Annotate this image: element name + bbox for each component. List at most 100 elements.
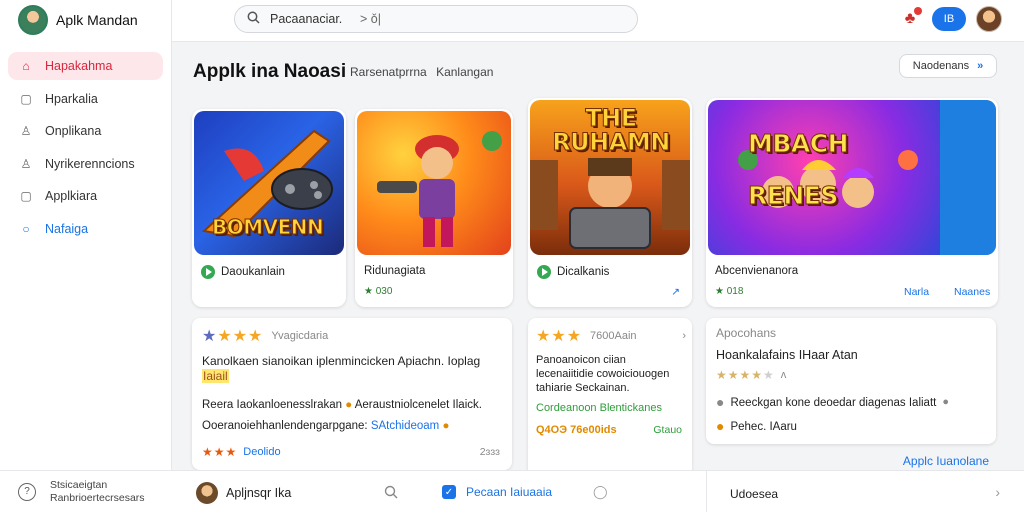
review-line: Ooeranoiehhanlendengarpgane: SAtchideoam… (202, 420, 450, 432)
user-avatar[interactable] (976, 6, 1002, 32)
app-artwork: THE RUHAMN (530, 100, 690, 255)
main-content: Applk ina Naoasi Rarsenatprrna Kanlangan… (172, 42, 1024, 484)
help-section[interactable]: ? Stsicaeigtan Ranbrioertecrsesars (18, 479, 145, 505)
app-name: Dicalkanis (537, 265, 609, 279)
open-link-icon[interactable]: ↗ (671, 286, 680, 298)
chevron-right-icon[interactable]: › (995, 484, 1000, 500)
view-all-button[interactable]: Naodenans » (899, 54, 997, 78)
review-line: ● Reeckgan kone deoedar diagenas Ialiatt… (716, 394, 949, 410)
page-subtitle: Rarsenatprrna Kanlangan (350, 65, 493, 79)
bottom-bar: ? Stsicaeigtan Ranbrioertecrsesars Apljn… (0, 470, 1024, 512)
play-icon (201, 265, 215, 279)
app-artwork (357, 111, 511, 255)
view-all-label: Naodenans (912, 60, 970, 72)
sidebar-item-label: Hapakahma (45, 59, 113, 73)
app-name: Abcenvienanora (715, 265, 798, 277)
library-icon: ▢ (20, 189, 32, 203)
reviewer-name: 7600Aain (590, 330, 637, 342)
notification-icon[interactable]: ♣ (898, 7, 922, 31)
sidebar-item-library[interactable]: ▢ Applkiara (8, 182, 163, 210)
more-apps-link[interactable]: Applc Iuanolane (903, 454, 989, 468)
app-card[interactable]: Ridunagiata ★ 030 (355, 109, 513, 307)
review-footer-text: Q4OЭ 76e00ids (536, 424, 617, 436)
app-link[interactable]: Narla (904, 286, 929, 298)
rating-stars: ★★★ (202, 445, 238, 459)
bottom-filter-label: Pecaan Iaiuaaia (466, 485, 553, 499)
app-art-title: BOMVENN (211, 215, 324, 240)
sidebar-item-home[interactable]: ⌂ Hapakahma (8, 52, 163, 80)
app-artwork: MBACH RENES (708, 100, 996, 255)
profile-toggle[interactable]: ІΒ (932, 7, 966, 31)
review-card[interactable]: Apocohans Hoankalafains IHaar Atan ★★★★★… (706, 318, 996, 444)
sidebar-item-label: Nafaiga (45, 221, 89, 236)
sidebar-item-label: Applkiara (45, 189, 98, 203)
brand[interactable]: Aplk Mandan (18, 5, 138, 35)
help-icon: ? (18, 483, 36, 502)
app-art-title: THE RUHAMN (552, 104, 671, 156)
app-name-label: Dicalkanis (557, 266, 610, 278)
sidebar-item-apps[interactable]: ▢ Hparkalia (8, 85, 163, 113)
topbar: > ǒ| ♣ ІΒ (172, 0, 1024, 42)
app-name-label: Daoukanlain (221, 266, 285, 278)
apps-icon: ▢ (20, 91, 32, 106)
search-input[interactable] (270, 12, 350, 26)
app-link[interactable]: Naanes (954, 286, 990, 298)
review-title: Apocohans (716, 326, 777, 340)
review-headline: Kanolkaen sianoikan iplenmincicken Apiac… (202, 354, 481, 383)
sidebar-item-chat[interactable]: ○ Nafaiga (8, 215, 163, 243)
notification-dot (914, 7, 922, 15)
sidebar: Aplk Mandan ⌂ Hapakahma ▢ Hparkalia ♙ On… (0, 0, 172, 470)
sidebar-item-account[interactable]: ♙ Nyrikerenncions (8, 150, 163, 178)
user-circle-icon: ● (716, 394, 725, 410)
app-card[interactable]: MBACH RENES Abcenvienanora ★ 018 Narla N… (706, 98, 998, 307)
search-icon[interactable] (384, 485, 398, 502)
help-line: Stsicaeigtan (50, 479, 108, 491)
reviewer-name: Yvagicdaria (271, 330, 329, 342)
app-card[interactable]: THE RUHAMN Dicalkanis ↗ (528, 98, 692, 307)
review-card[interactable]: ★★★★ Yvagicdaria Kanolkaen sianoikan ipl… (192, 318, 512, 470)
review-headline: Panoanoicon ciian lecenaiitidie cowoicio… (536, 354, 670, 394)
rating-stars: ★★★ (536, 328, 583, 345)
app-name-label: Abcenvienanora (715, 265, 799, 277)
checkbox-icon: ✓ (442, 485, 456, 499)
brand-avatar (18, 5, 48, 35)
double-chevron-icon: » (977, 60, 984, 72)
rating-stars: ★★★★ (202, 328, 264, 345)
subtitle-part: Rarsenatprrna (350, 65, 427, 79)
topbar-actions: ♣ ІΒ (898, 6, 1002, 32)
chevron-right-icon[interactable]: › (682, 330, 686, 342)
sidebar-nav: ⌂ Hapakahma ▢ Hparkalia ♙ Onplikana ♙ Ny… (8, 52, 163, 247)
bottom-user-name: Apljnsqr Ika (226, 486, 292, 500)
app-card[interactable]: BOMVENN Daoukanlain (192, 109, 346, 307)
reviewer-name: ʌ (780, 369, 787, 381)
review-line: ● Pehec. IAaru (716, 418, 797, 434)
avatar (196, 482, 218, 504)
bottom-filter[interactable]: ✓ Pecaan Iaiuaaia (442, 485, 552, 499)
help-line: Ranbrioertecrsesars (50, 492, 145, 505)
review-highlight: Iaiail (202, 369, 229, 383)
sidebar-item-label: Nyrikerenncions (45, 156, 135, 171)
search-bar[interactable]: > ǒ| (234, 5, 638, 33)
bottom-right-label[interactable]: Udoesea (730, 487, 778, 501)
user-icon: ♙ (20, 124, 32, 138)
app-window: Aplk Mandan ⌂ Hapakahma ▢ Hparkalia ♙ On… (0, 0, 1024, 512)
home-icon: ⌂ (22, 59, 30, 73)
sidebar-item-user[interactable]: ♙ Onplikana (8, 117, 163, 145)
emoji-icon: ● (442, 420, 450, 432)
app-name: Daoukanlain (201, 265, 285, 279)
account-icon: ♙ (20, 156, 32, 171)
review-footer-right: 2ɜɜɜ (479, 446, 500, 458)
review-body: Reera Iaokanloenesslrakan ● Aeraustniolc… (202, 399, 482, 411)
app-rating: ★ 018 (715, 286, 744, 297)
shield-icon[interactable]: ◯ (593, 484, 608, 500)
app-artwork: BOMVENN (194, 111, 344, 255)
emoji-icon: ● (942, 395, 949, 408)
review-card[interactable]: ★★★ 7600Aain › Panoanoicon ciian lecenai… (528, 318, 692, 484)
emoji-icon: ● (345, 399, 353, 411)
rating-stars: ★★★★★ (716, 368, 775, 382)
emoji-icon: ● (716, 418, 725, 434)
search-filter[interactable]: > ǒ| (360, 12, 381, 26)
play-icon (537, 265, 551, 279)
bottom-user[interactable]: Apljnsqr Ika (196, 482, 291, 504)
subtitle-part: Kanlangan (436, 65, 494, 79)
